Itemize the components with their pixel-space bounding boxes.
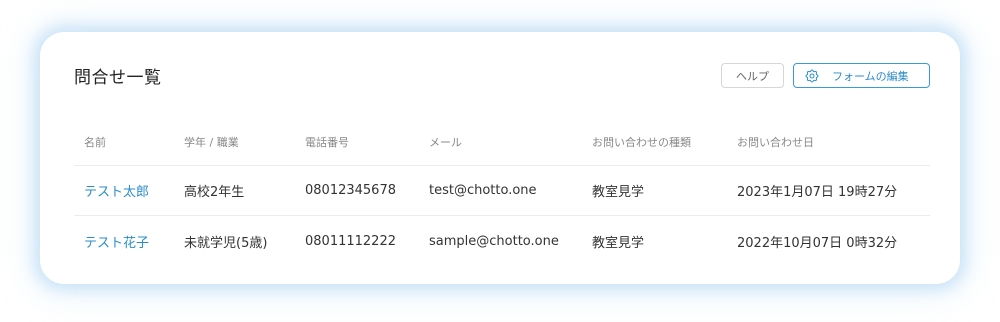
edit-form-button[interactable]: フォームの編集 <box>793 63 930 88</box>
column-header-date[interactable]: お問い合わせ日 <box>737 118 814 165</box>
table-header-row: 名前 学年 / 職業 電話番号 メール お問い合わせの種類 お問い合わせ日 <box>74 118 930 166</box>
inquiry-date: 2023年1月07日 19時27分 <box>737 185 898 200</box>
table-row: テスト花子 未就学児(5歳) 08011112222 sample@chotto… <box>74 216 930 266</box>
inquiry-grade: 未就学児(5歳) <box>184 235 268 251</box>
edit-form-label: フォームの編集 <box>832 69 909 83</box>
inquiry-email: sample@chotto.one <box>429 233 559 249</box>
inquiry-email: test@chotto.one <box>429 183 537 198</box>
table-row: テスト太郎 高校2年生 08012345678 test@chotto.one … <box>74 166 930 216</box>
column-header-email[interactable]: メール <box>429 118 462 165</box>
inquiry-list-card: 問合せ一覧 ヘルプ フォームの編集 名前 学年 / 職業 電話番号 メール お問… <box>40 32 960 284</box>
inquiry-type: 教室見学 <box>592 235 645 251</box>
inquiry-grade: 高校2年生 <box>184 185 245 200</box>
help-button[interactable]: ヘルプ <box>721 63 784 88</box>
inquiry-table: 名前 学年 / 職業 電話番号 メール お問い合わせの種類 お問い合わせ日 テス… <box>74 118 930 266</box>
page-title: 問合せ一覧 <box>74 68 162 88</box>
inquiry-phone: 08011112222 <box>305 233 396 249</box>
inquiry-phone: 08012345678 <box>305 183 396 198</box>
column-header-grade[interactable]: 学年 / 職業 <box>184 118 239 165</box>
inquiry-date: 2022年10月07日 0時32分 <box>737 235 898 251</box>
column-header-type[interactable]: お問い合わせの種類 <box>592 118 691 165</box>
inquiry-name-link[interactable]: テスト花子 <box>84 216 149 266</box>
inquiry-name-link[interactable]: テスト太郎 <box>84 166 149 215</box>
gear-icon <box>804 68 820 84</box>
column-header-name[interactable]: 名前 <box>84 118 106 165</box>
column-header-phone[interactable]: 電話番号 <box>305 118 349 165</box>
inquiry-type: 教室見学 <box>592 185 645 200</box>
